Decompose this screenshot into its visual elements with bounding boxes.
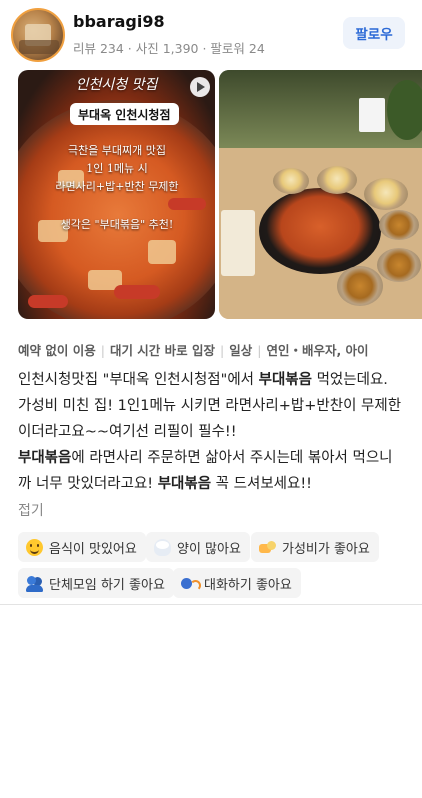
collapse-link[interactable]: 접기 (18, 500, 44, 520)
photo-handwriting-1: 극찬을 부대찌개 맛집 (67, 144, 167, 157)
visit-tags: 예약 없이 이용 | 대기 시간 바로 입장 | 일상 | 연인・배우자, 아이 (18, 343, 369, 358)
photo-handwriting-4: 생각은 "부대볶음" 추천! (60, 218, 174, 231)
user-stats: 리뷰 234 · 사진 1,390 · 팔로워 24 (73, 41, 265, 56)
restaurant-name-pill: 부대옥 인천시청점 (70, 103, 179, 125)
talking-icon (181, 575, 201, 592)
tag-reservation: 예약 없이 이용 (18, 343, 96, 358)
section-divider (0, 604, 422, 605)
tag-companion: 연인・배우자, 아이 (266, 343, 369, 358)
keyword-chip-value: 가성비가 좋아요 (251, 532, 379, 562)
tag-purpose: 일상 (229, 343, 253, 358)
smile-emoji-icon (26, 538, 43, 556)
photo-handwriting-2: 1인 1메뉴 시 (86, 162, 148, 175)
review-body: 인천시청맛집 "부대옥 인천시청점"에서 부대볶음 먹었는데요. 가성비 미친 … (18, 372, 402, 492)
review-header: bbaragi98 리뷰 234 · 사진 1,390 · 팔로워 24 팔로우 (0, 0, 422, 66)
follow-button[interactable]: 팔로우 (343, 17, 405, 49)
review-photo-food-closeup[interactable]: 인천시청 맛집 부대옥 인천시청점 극찬을 부대찌개 맛집 1인 1메뉴 시 라… (18, 70, 215, 319)
username[interactable]: bbaragi98 (73, 12, 165, 31)
keyword-chip-portion: 양이 많아요 (146, 532, 250, 562)
avatar[interactable] (11, 8, 65, 62)
keyword-chip-group: 단체모임 하기 좋아요 (18, 568, 174, 598)
tag-wait: 대기 시간 바로 입장 (109, 343, 215, 358)
keyword-chip-taste: 음식이 맛있어요 (18, 532, 146, 562)
photo-handwriting-3: 라면사리+밥+반찬 무제한 (55, 180, 179, 193)
photo-caption-title: 인천시청 맛집 (75, 77, 158, 93)
group-people-icon (26, 575, 43, 592)
rice-bowl-icon (154, 538, 171, 556)
photo-carousel[interactable]: 인천시청 맛집 부대옥 인천시청점 극찬을 부대찌개 맛집 1인 1메뉴 시 라… (18, 70, 422, 320)
review-photo-table[interactable] (219, 70, 422, 319)
money-icon (259, 539, 276, 556)
play-icon[interactable] (190, 77, 210, 97)
keyword-chip-conversation: 대화하기 좋아요 (173, 568, 301, 598)
